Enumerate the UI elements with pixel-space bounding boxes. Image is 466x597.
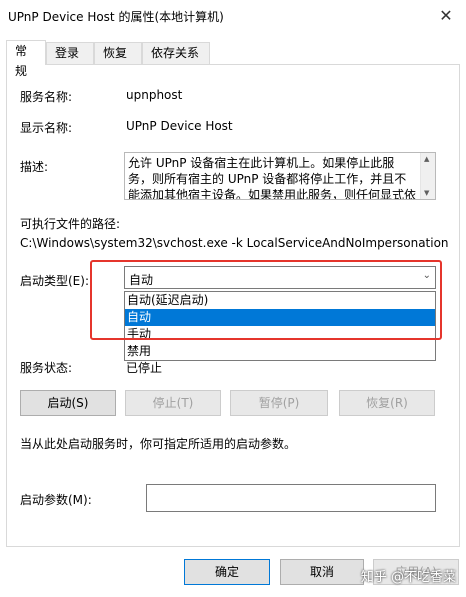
startup-type-label: 启动类型(E): xyxy=(20,274,89,288)
start-params-input[interactable] xyxy=(146,484,436,512)
startup-type-dropdown: 自动(延迟启动) 自动 手动 禁用 xyxy=(124,291,436,361)
option-auto[interactable]: 自动 xyxy=(125,309,435,326)
start-params-label: 启动参数(M): xyxy=(20,493,92,507)
scroll-up-icon[interactable]: ▲ xyxy=(424,155,429,163)
tab-logon[interactable]: 登录 xyxy=(46,42,94,64)
ok-button[interactable]: 确定 xyxy=(184,559,270,585)
watermark: 知乎 @不吃香菜 xyxy=(360,570,456,585)
exe-path-value: C:\Windows\system32\svchost.exe -k Local… xyxy=(20,236,449,250)
description-label: 描述: xyxy=(20,160,49,174)
description-box[interactable]: 允许 UPnP 设备宿主在此计算机上。如果停止此服务，则所有宿主的 UPnP 设… xyxy=(124,152,436,200)
title-bar: UPnP Device Host 的属性(本地计算机) ✕ xyxy=(0,0,466,32)
description-scrollbar[interactable]: ▲ ▼ xyxy=(420,153,435,199)
window-title: UPnP Device Host 的属性(本地计算机) xyxy=(8,10,224,24)
tab-dependencies[interactable]: 依存关系 xyxy=(142,42,210,64)
tab-general[interactable]: 常规 xyxy=(6,40,46,78)
option-manual[interactable]: 手动 xyxy=(125,326,435,343)
start-button[interactable]: 启动(S) xyxy=(20,390,116,416)
service-status-label: 服务状态: xyxy=(20,361,73,375)
service-status-value: 已停止 xyxy=(126,361,163,375)
startup-type-selected: 自动 xyxy=(129,273,154,287)
display-name-value: UPnP Device Host xyxy=(126,119,233,133)
close-icon[interactable]: ✕ xyxy=(434,4,458,28)
option-auto-delayed[interactable]: 自动(延迟启动) xyxy=(125,292,435,309)
chevron-down-icon[interactable]: ⌄ xyxy=(423,270,431,281)
start-params-hint: 当从此处启动服务时，你可指定所适用的启动参数。 xyxy=(20,437,297,451)
tab-recovery[interactable]: 恢复 xyxy=(94,42,142,64)
description-text: 允许 UPnP 设备宿主在此计算机上。如果停止此服务，则所有宿主的 UPnP 设… xyxy=(128,156,417,200)
service-name-label: 服务名称: xyxy=(20,90,73,104)
service-name-value: upnphost xyxy=(126,88,183,102)
scroll-down-icon[interactable]: ▼ xyxy=(424,189,429,197)
startup-type-combo[interactable]: 自动 ⌄ xyxy=(124,266,436,289)
option-disabled[interactable]: 禁用 xyxy=(125,343,435,360)
stop-button[interactable]: 停止(T) xyxy=(125,390,221,416)
display-name-label: 显示名称: xyxy=(20,121,73,135)
resume-button[interactable]: 恢复(R) xyxy=(339,390,435,416)
pause-button[interactable]: 暂停(P) xyxy=(230,390,328,416)
cancel-button[interactable]: 取消 xyxy=(280,559,364,585)
exe-path-label: 可执行文件的路径: xyxy=(20,217,121,231)
tab-strip: 常规 登录 恢复 依存关系 xyxy=(0,40,466,78)
